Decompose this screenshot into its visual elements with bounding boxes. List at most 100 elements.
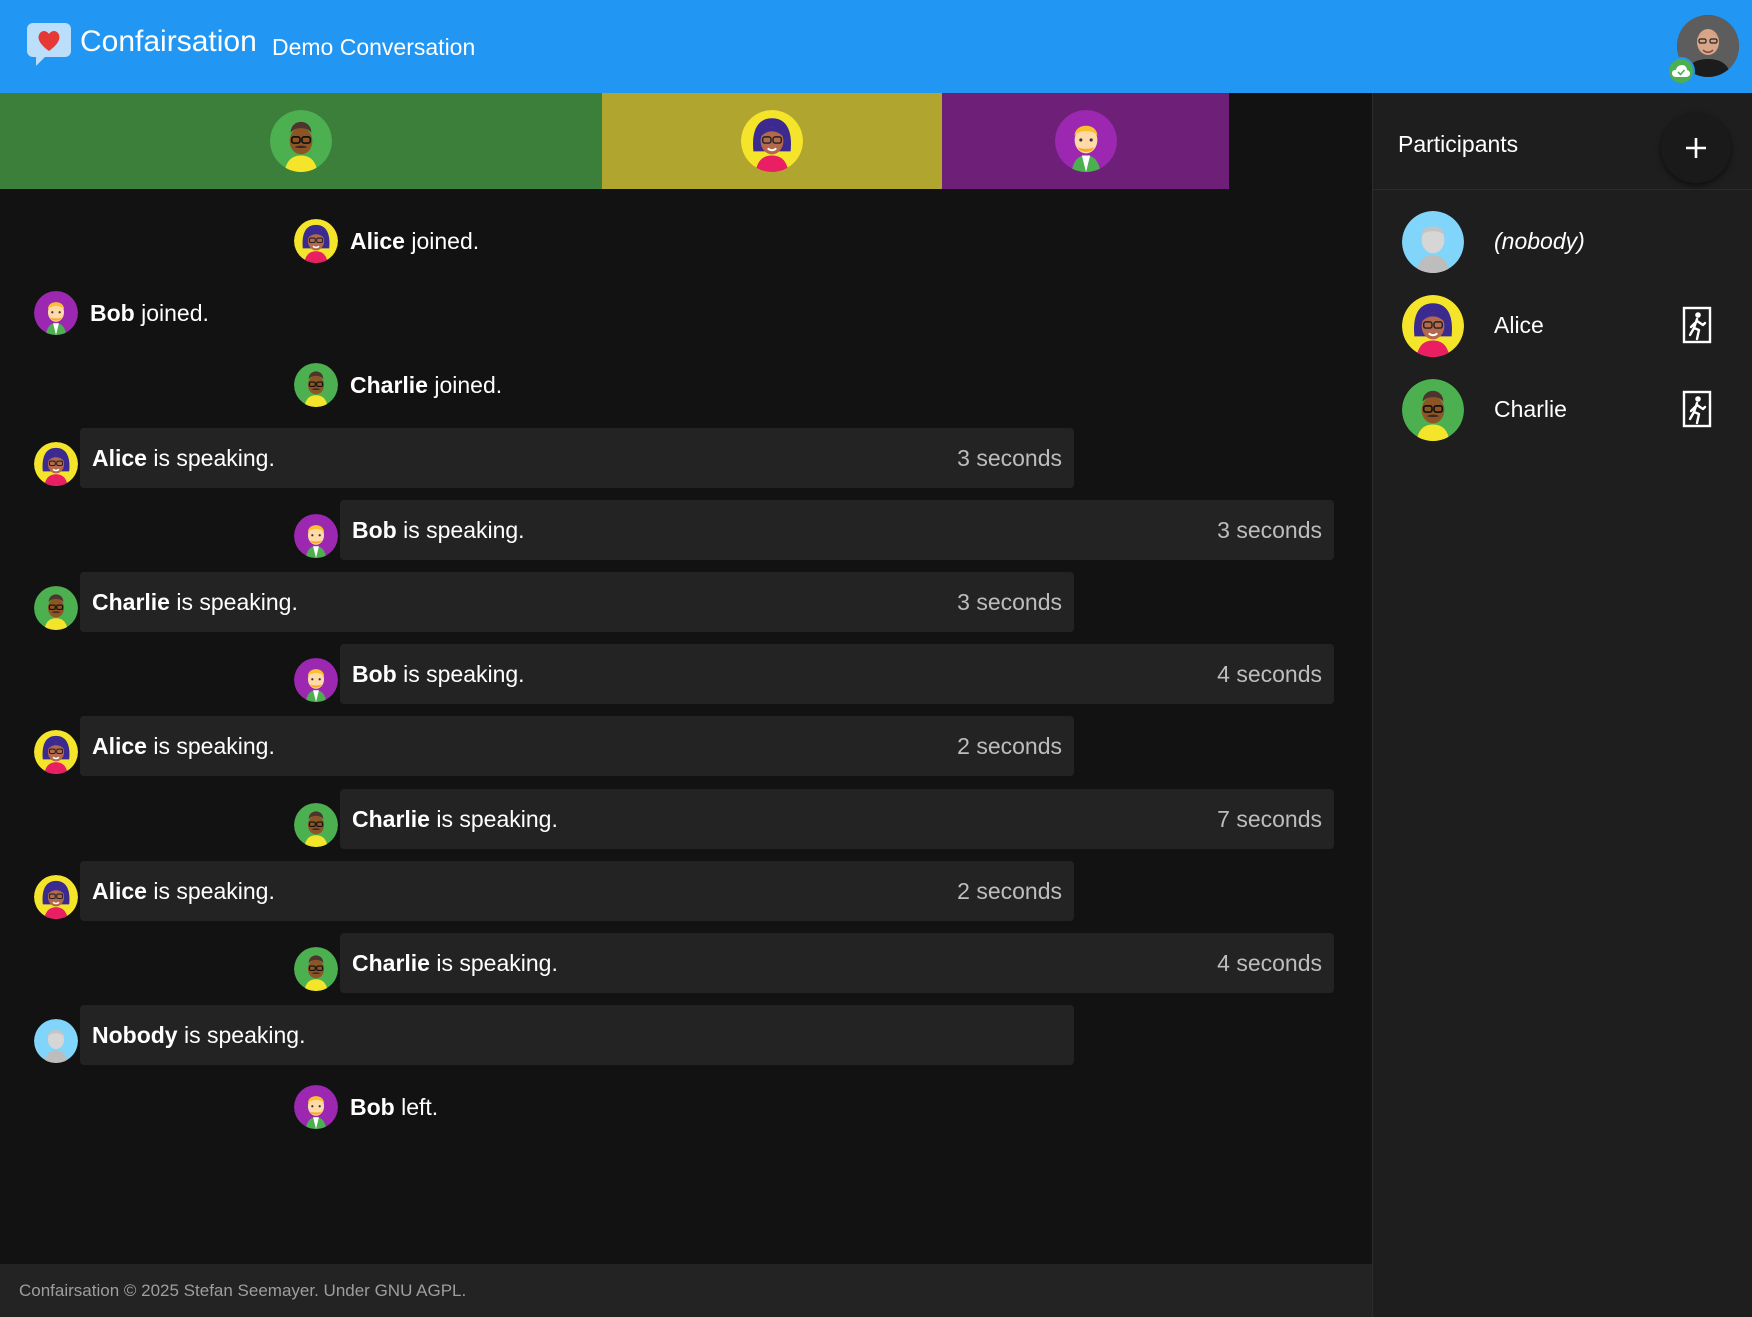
feed-avatar-alice (34, 442, 78, 486)
speaker-name: Alice (92, 444, 147, 471)
feed-avatar-charlie (34, 586, 78, 630)
speaking-event[interactable]: Charlie is speaking. 3 seconds (80, 572, 1074, 632)
feed-avatar-bob (294, 658, 338, 702)
participant-avatar (1402, 211, 1464, 273)
participant-avatar (1402, 379, 1464, 441)
participants-header: Participants (1373, 93, 1752, 190)
event-text: Charlie is speaking. (352, 806, 558, 833)
event-suffix: is speaking. (146, 877, 275, 904)
event-suffix: is speaking. (396, 516, 525, 543)
feed-avatar-charlie (294, 363, 338, 407)
joined-event: Bob joined. (34, 283, 209, 343)
speaker-name: Bob (352, 516, 397, 543)
speaker-avatar-bob (1054, 110, 1117, 172)
event-suffix: left. (394, 1093, 439, 1120)
footer-text: Confairsation © 2025 Stefan Seemayer. Un… (19, 1280, 467, 1300)
participant-name: Alice (350, 227, 405, 254)
plus-icon (1686, 138, 1706, 158)
participant-name: Charlie (1494, 396, 1567, 422)
event-text: Nobody is speaking. (92, 1022, 305, 1049)
participant-name: Alice (1494, 312, 1544, 338)
event-suffix: is speaking. (177, 1021, 306, 1048)
speaker-name: Alice (92, 732, 147, 759)
feed-avatar-nobody (34, 1019, 78, 1063)
app-title[interactable]: Confairsation (80, 24, 257, 60)
app-root: Confairsation Demo Conversation Alice jo… (0, 0, 1752, 1317)
speaker-name: Alice (92, 877, 147, 904)
event-suffix: is speaking. (429, 949, 558, 976)
feed-avatar-bob (294, 514, 338, 558)
feed-avatar-bob (294, 1085, 338, 1129)
speaker-time-bar (0, 93, 1372, 189)
event-text: Alice is speaking. (92, 733, 275, 760)
speaking-event[interactable]: Charlie is speaking. 4 seconds (340, 933, 1334, 993)
participant-name: Bob (90, 299, 135, 326)
participant-item[interactable]: Alice (1373, 282, 1752, 366)
add-participant-button[interactable] (1661, 113, 1731, 183)
event-text: Charlie is speaking. (352, 950, 558, 977)
speaker-avatar-charlie (270, 110, 332, 172)
feed-avatar-charlie (294, 803, 338, 847)
speaking-duration: 2 seconds (957, 732, 1062, 759)
event-text: Bob joined. (90, 300, 209, 327)
event-suffix: is speaking. (169, 588, 298, 615)
participant-name: Bob (350, 1093, 395, 1120)
speaking-event[interactable]: Bob is speaking. 4 seconds (340, 644, 1334, 704)
event-text: Alice joined. (350, 228, 479, 255)
participant-name: (nobody) (1494, 228, 1585, 254)
speaker-segment-bob[interactable] (942, 93, 1229, 189)
speaker-name: Nobody (92, 1021, 178, 1048)
speaking-event[interactable]: Charlie is speaking. 7 seconds (340, 789, 1334, 849)
cloud-check-icon (1667, 57, 1695, 85)
event-suffix: is speaking. (429, 805, 558, 832)
participant-avatar (1402, 295, 1464, 357)
event-suffix: is speaking. (396, 660, 525, 687)
speaker-segment-charlie[interactable] (0, 93, 602, 189)
event-text: Charlie is speaking. (92, 589, 298, 616)
feed-avatar-alice (34, 875, 78, 919)
event-suffix: joined. (404, 227, 480, 254)
left-event: Bob left. (294, 1077, 438, 1137)
event-text: Bob left. (350, 1094, 438, 1121)
speaking-duration: 2 seconds (957, 877, 1062, 904)
event-text: Charlie joined. (350, 372, 502, 399)
speaking-event[interactable]: Alice is speaking. 2 seconds (80, 861, 1074, 921)
app-bar: Confairsation Demo Conversation (0, 0, 1752, 93)
joined-event: Alice joined. (294, 211, 479, 271)
logo-icon (27, 23, 71, 66)
event-text: Alice is speaking. (92, 445, 275, 472)
participants-panel: Participants (nobody) Alice Charlie (1372, 93, 1752, 1317)
conversation-title[interactable]: Demo Conversation (272, 33, 475, 61)
event-suffix: is speaking. (146, 732, 275, 759)
speaker-name: Bob (352, 660, 397, 687)
participants-title: Participants (1398, 131, 1519, 157)
speaking-event[interactable]: Alice is speaking. 3 seconds (80, 428, 1074, 488)
event-suffix: joined. (134, 299, 209, 326)
speaking-event[interactable]: Bob is speaking. 3 seconds (340, 500, 1334, 560)
speaking-duration: 3 seconds (957, 444, 1062, 471)
feed-avatar-charlie (294, 947, 338, 991)
event-text: Alice is speaking. (92, 878, 275, 905)
speaking-event[interactable]: Alice is speaking. 2 seconds (80, 716, 1074, 776)
speaker-name: Charlie (92, 588, 170, 615)
speaking-duration: 4 seconds (1217, 660, 1322, 687)
feed-avatar-alice (294, 219, 338, 263)
speaking-duration: 3 seconds (957, 588, 1062, 615)
door-exit-icon[interactable] (1681, 390, 1715, 428)
door-exit-icon[interactable] (1681, 306, 1715, 344)
participant-item[interactable]: Charlie (1373, 366, 1752, 450)
speaker-name: Charlie (352, 805, 430, 832)
feed-avatar-bob (34, 291, 78, 335)
speaking-duration: 3 seconds (1217, 516, 1322, 543)
footer: Confairsation © 2025 Stefan Seemayer. Un… (0, 1264, 1372, 1317)
event-text: Bob is speaking. (352, 661, 525, 688)
speaker-name: Charlie (352, 949, 430, 976)
conversation-feed: Alice joined. Bob joined. Charlie joined… (0, 189, 1372, 1264)
speaker-segment-alice[interactable] (602, 93, 942, 189)
speaking-event[interactable]: Nobody is speaking. (80, 1005, 1074, 1065)
feed-avatar-alice (34, 730, 78, 774)
speaking-duration: 4 seconds (1217, 949, 1322, 976)
joined-event: Charlie joined. (294, 355, 502, 415)
participant-item[interactable]: (nobody) (1373, 198, 1752, 282)
speaking-duration: 7 seconds (1217, 805, 1322, 832)
